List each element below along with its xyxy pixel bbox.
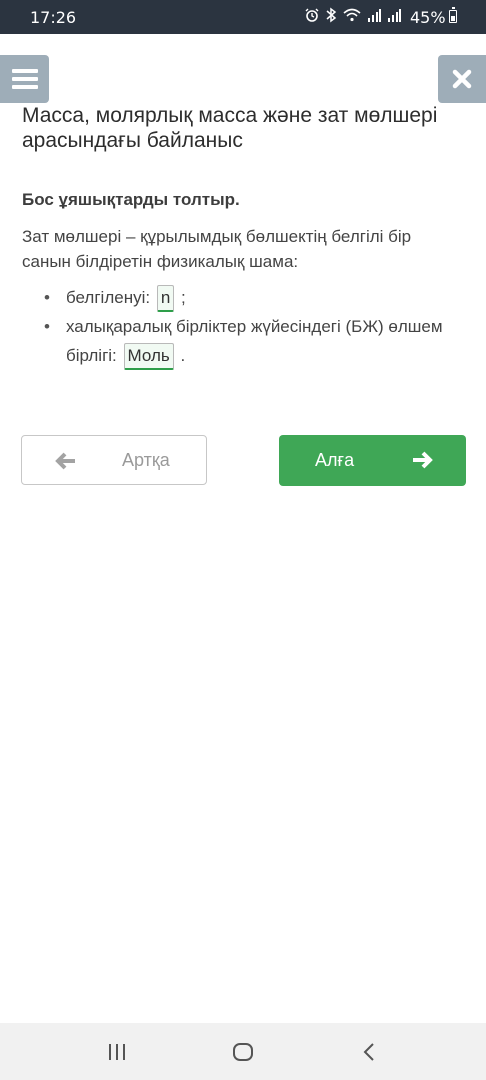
exercise-instruction: Бос ұяшықтарды толтыр. [22, 190, 240, 209]
list-item: белгіленуі: n ; [22, 283, 462, 313]
status-time: 17:26 [30, 8, 77, 27]
item-suffix: ; [181, 288, 186, 307]
close-button[interactable] [438, 55, 486, 103]
status-icons [305, 7, 401, 23]
status-bar: 17:26 45% [0, 0, 486, 34]
menu-button[interactable] [0, 55, 49, 103]
forward-button-label: Алға [315, 450, 355, 470]
wifi-icon [343, 8, 361, 22]
item-suffix: . [180, 346, 186, 366]
signal-icon [388, 9, 401, 22]
answer-field[interactable]: n [156, 285, 175, 313]
item-prefix: халықаралық бірліктер жүйесіндегі (БЖ) ө… [66, 317, 443, 366]
back-nav-icon[interactable] [362, 1042, 376, 1062]
item-prefix: белгіленуі: [66, 288, 151, 307]
bluetooth-icon [326, 7, 337, 23]
alarm-icon [305, 8, 319, 22]
back-button-label: Артқа [122, 450, 170, 470]
page-title: Масса, молярлық масса және зат мөлшері а… [22, 104, 438, 152]
back-button[interactable]: Артқа [21, 435, 207, 485]
hamburger-icon [12, 69, 38, 73]
home-icon[interactable] [232, 1042, 254, 1062]
list-item: халықаралық бірліктер жүйесіндегі (БЖ) ө… [22, 312, 462, 371]
arrow-left-icon [55, 452, 75, 470]
close-icon [452, 69, 472, 89]
exercise-intro: Зат мөлшері – құрылымдық бөлшектің белгі… [22, 227, 412, 271]
answer-field[interactable]: Моль [123, 343, 174, 371]
signal-icon [368, 9, 381, 22]
arrow-right-icon [413, 451, 433, 469]
system-nav-bar [0, 1023, 486, 1080]
forward-button[interactable]: Алға [279, 435, 466, 486]
recent-apps-icon[interactable] [107, 1043, 127, 1061]
battery-icon [449, 7, 457, 23]
battery-percent: 45% [410, 8, 446, 27]
bullet-list: белгіленуі: n ; халықаралық бірліктер жү… [22, 283, 462, 371]
